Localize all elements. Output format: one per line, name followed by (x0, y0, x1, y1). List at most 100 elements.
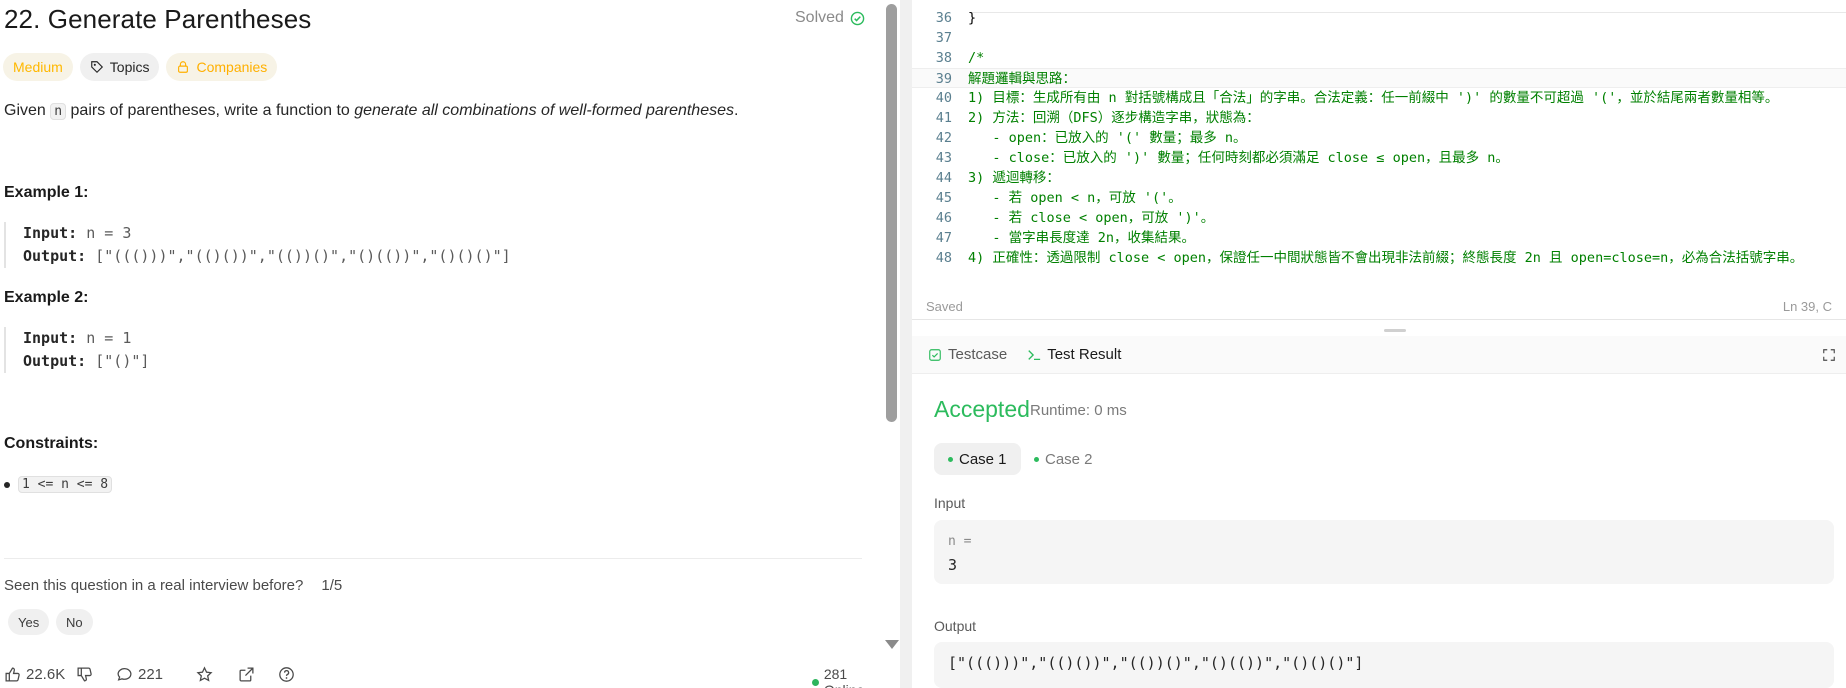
case-1-tab[interactable]: Case 1 (934, 443, 1021, 475)
line-number: 39 (935, 71, 952, 87)
yes-button[interactable]: Yes (8, 609, 50, 635)
line-text: 2) 方法：回溯（DFS）逐步構造字串，狀態為： (968, 110, 1260, 126)
output-label: Output: (23, 352, 87, 370)
problem-title: 22. Generate Parentheses (4, 4, 312, 34)
online-indicator: 281 Online (812, 666, 890, 688)
code-line[interactable]: 39 解題邏輯與思路： (912, 68, 1846, 88)
input-value: n = 1 (77, 329, 132, 347)
output-box: ["((()))","(()())","(())()","()(())","()… (934, 642, 1834, 688)
input-label: Input: (23, 329, 78, 347)
scrollbar-thumb[interactable] (886, 4, 897, 422)
solved-status: Solved (795, 9, 865, 27)
code-line[interactable]: 44 3) 遞迴轉移： (912, 168, 1846, 188)
line-text: - close：已放入的 ')' 數量；任何時刻都必須滿足 close ≤ op… (968, 150, 1509, 166)
thumbs-up-icon (5, 666, 20, 682)
line-number: 42 (935, 130, 952, 146)
pass-dot (948, 456, 953, 462)
line-number: 40 (935, 90, 952, 106)
output-value: ["()"] (86, 352, 150, 370)
example-2-title: Example 2: (4, 289, 89, 306)
line-number: 36 (935, 10, 952, 26)
example-2-block: Input: n = 1 Output: ["()"] (4, 327, 149, 373)
case-1-label: Case 1 (959, 450, 1007, 468)
no-button[interactable]: No (56, 609, 93, 635)
line-number: 44 (935, 170, 952, 186)
code-line[interactable]: 47 - 當字串長度達 2n，收集結果。 (912, 228, 1846, 248)
code-editor[interactable]: 36} 37 38 /* 39 解題邏輯與思路： 40 1) 目標：生成所有由 n 對括號構成… (912, 0, 1846, 320)
code-line[interactable]: 46 - 若 close < open，可放 ')'。 (912, 208, 1846, 228)
online-dot (812, 678, 819, 686)
code-line[interactable]: 43 - close：已放入的 ')' 數量；任何時刻都必須滿足 close ≤… (912, 148, 1846, 168)
desc-text: Given (4, 102, 51, 119)
resize-handle[interactable] (1384, 329, 1406, 332)
line-text: /* (968, 50, 985, 66)
topics-tag[interactable]: Topics (79, 53, 160, 81)
comment-icon (117, 667, 132, 681)
output-value: ["((()))","(()())","(())()","()(())","()… (86, 247, 511, 265)
desc-text: pairs of parentheses, write a function t… (66, 102, 355, 119)
example-1-title: Example 1: (4, 184, 89, 201)
desc-code: n (50, 103, 67, 120)
constraints-title: Constraints: (4, 435, 99, 452)
checkbox-icon (929, 348, 941, 361)
code-line[interactable]: 42 - open：已放入的 '(' 數量；最多 n。 (912, 128, 1846, 148)
comments-button[interactable]: 221 (116, 666, 163, 683)
code-line[interactable]: 40 1) 目標：生成所有由 n 對括號構成且「合法」的字串。合法定義：任一前綴中… (912, 88, 1846, 108)
line-text: - 若 open < n，可放 '('。 (968, 190, 1182, 206)
tag-icon (90, 61, 103, 74)
desc-text: . (734, 102, 739, 119)
code-line[interactable]: 38 /* (912, 48, 1846, 68)
dislike-button[interactable] (76, 666, 93, 683)
comment-count: 221 (138, 665, 164, 683)
interview-prompt: Seen this question in a real interview b… (4, 577, 342, 594)
constraint-item: 1 <= n <= 8 (4, 476, 113, 493)
case-2-label: Case 2 (1045, 450, 1093, 468)
line-number: 47 (935, 230, 952, 246)
code-area[interactable]: 36} 37 38 /* 39 解題邏輯與思路： 40 1) 目標：生成所有由 n 對括號構成… (912, 8, 1846, 278)
line-text: - 當字串長度達 2n，收集結果。 (968, 230, 1196, 246)
bottom-bar: 22.6K 221 281 Online (0, 660, 890, 688)
interview-question: Seen this question in a real interview b… (4, 577, 304, 594)
solved-label: Solved (795, 9, 844, 26)
share-button[interactable] (238, 666, 255, 683)
app-root: 22. Generate Parentheses Solved Medium T… (0, 0, 1846, 688)
line-text: - open：已放入的 '(' 數量；最多 n。 (968, 130, 1247, 146)
case-2-tab[interactable]: Case 2 (1020, 443, 1107, 475)
divider (4, 558, 862, 559)
companies-tag[interactable]: Companies (166, 53, 278, 81)
like-button[interactable]: 22.6K (4, 666, 65, 683)
favorite-button[interactable] (196, 665, 213, 683)
scroll-down-arrow-icon[interactable] (885, 640, 899, 649)
pass-dot (1034, 456, 1039, 462)
line-text: 4) 正確性：透過限制 close < open，保證任一中間狀態皆不會出現非法… (968, 250, 1804, 266)
problem-panel: 22. Generate Parentheses Solved Medium T… (0, 0, 890, 688)
help-button[interactable] (278, 666, 295, 683)
output-label: Output: (23, 247, 87, 265)
tab-testcase[interactable]: Testcase (928, 346, 1007, 363)
online-count: 281 Online (823, 666, 864, 688)
topics-label: Topics (109, 59, 150, 75)
result-tabs: Testcase Test Result (912, 336, 1846, 374)
bullet (4, 481, 10, 488)
code-line[interactable]: 48 4) 正確性：透過限制 close < open，保證任一中間狀態皆不會出現… (912, 248, 1846, 268)
line-number: 41 (935, 110, 952, 126)
output-value: ["((()))","(()())","(())()","()(())","()… (948, 654, 1364, 672)
constraint-code: 1 <= n <= 8 (18, 476, 113, 493)
saved-status: Saved (926, 299, 963, 314)
code-line[interactable]: 45 - 若 open < n，可放 '('。 (912, 188, 1846, 208)
difficulty-badge[interactable]: Medium (3, 53, 73, 81)
example-1-block: Input: n = 3 Output: ["((()))","(()())",… (4, 222, 511, 268)
expand-icon[interactable] (1822, 348, 1836, 362)
runtime: Runtime: 0 ms (1030, 402, 1127, 419)
thumbs-down-icon (77, 666, 92, 682)
code-line[interactable]: 37 (912, 28, 1846, 48)
line-number: 45 (935, 190, 952, 206)
code-line[interactable]: 41 2) 方法：回溯（DFS）逐步構造字串，狀態為： (912, 108, 1846, 128)
code-line[interactable]: 36} (912, 8, 1846, 28)
panel-splitter[interactable] (900, 0, 912, 688)
line-text: 解題邏輯與思路： (968, 71, 1076, 87)
input-label: Input: (23, 224, 78, 242)
problem-description: Given n pairs of parentheses, write a fu… (4, 101, 738, 122)
input-label: Input (934, 495, 966, 511)
tab-test-result[interactable]: Test Result (1027, 346, 1121, 363)
